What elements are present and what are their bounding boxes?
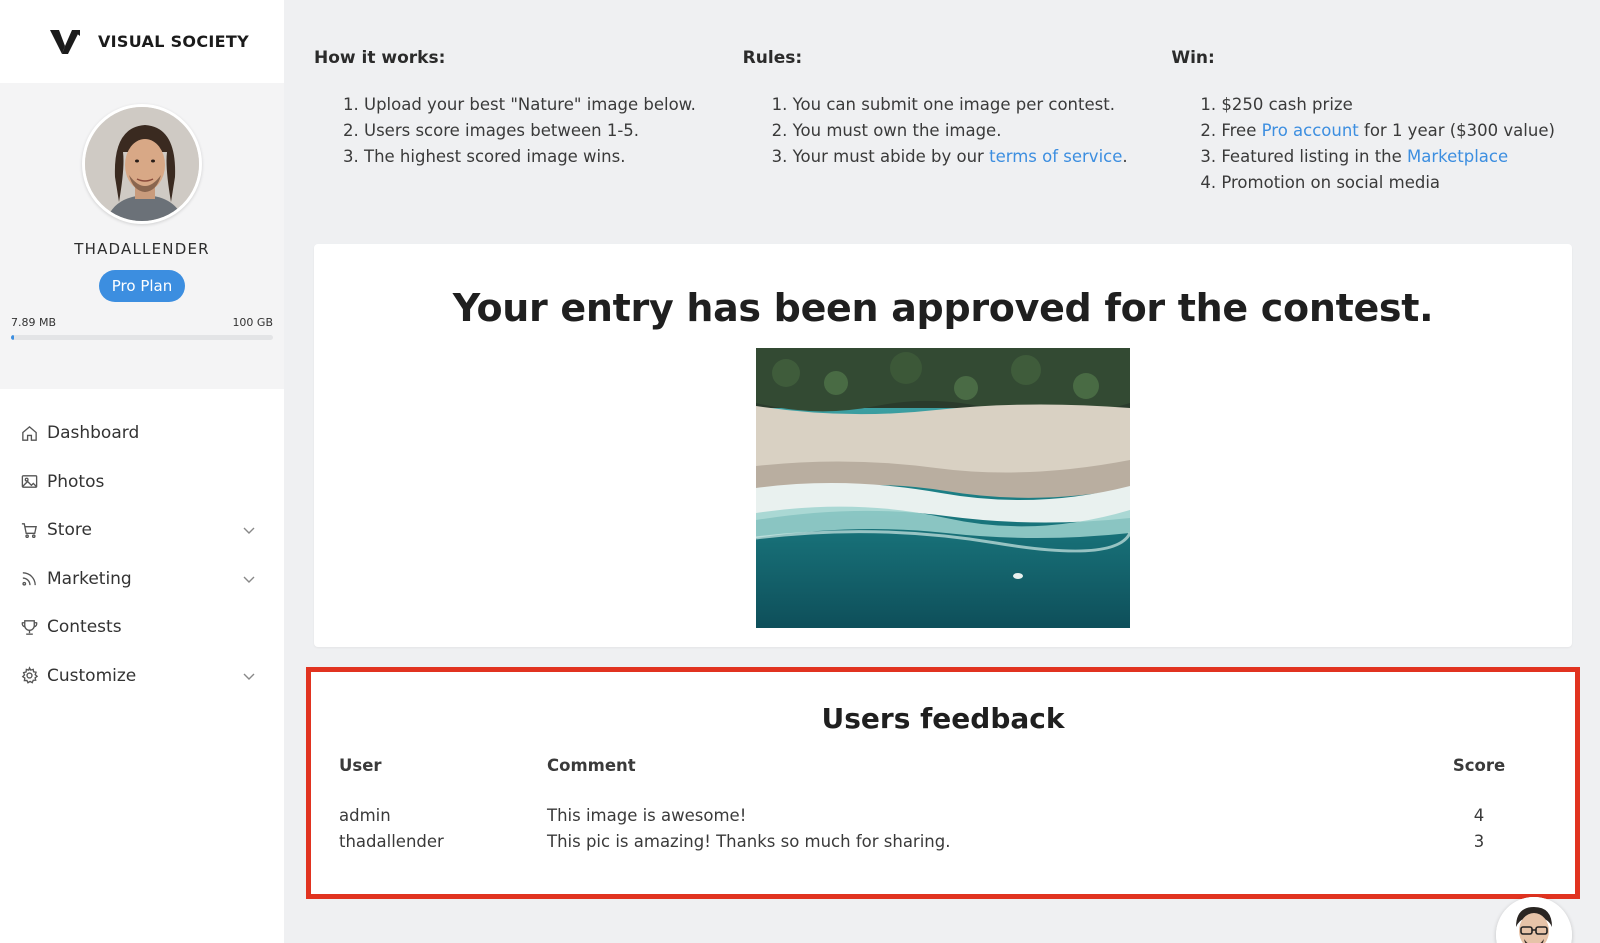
- win-item-text: Free: [1221, 121, 1262, 140]
- column-header-user: User: [339, 756, 382, 775]
- gear-icon: [19, 666, 39, 686]
- row-user: thadallender: [339, 832, 444, 851]
- sidebar-item-label: Store: [47, 520, 92, 541]
- chevron-down-icon[interactable]: [242, 669, 256, 683]
- users-feedback-panel: Users feedback User Comment Score admin …: [306, 667, 1580, 899]
- sidebar-item-marketing[interactable]: Marketing: [0, 555, 284, 604]
- image-icon: [19, 472, 39, 492]
- storage-meter: 7.89 MB 100 GB: [11, 316, 273, 340]
- chevron-down-icon[interactable]: [242, 523, 256, 537]
- user-portrait-icon: [85, 107, 199, 221]
- sidebar-item-label: Photos: [47, 471, 105, 492]
- main-content: How it works: Upload your best "Nature" …: [284, 0, 1600, 943]
- sidebar-item-contests[interactable]: Contests: [0, 603, 284, 652]
- table-row: thadallender This pic is amazing! Thanks…: [339, 832, 1519, 858]
- sidebar-item-photos[interactable]: Photos: [0, 458, 284, 507]
- brand-logo-icon: [50, 29, 80, 54]
- terms-of-service-link[interactable]: terms of service: [989, 147, 1122, 166]
- table-row: admin This image is awesome! 4: [339, 806, 1519, 832]
- rules-item-suffix: .: [1122, 147, 1128, 166]
- win-item-suffix: for 1 year ($300 value): [1358, 121, 1555, 140]
- beach-aerial-image-icon: [756, 348, 1130, 628]
- storage-bar: [11, 335, 273, 340]
- rules: Rules: You can submit one image per cont…: [743, 48, 1172, 196]
- feedback-table: User Comment Score admin This image is a…: [339, 756, 1519, 858]
- home-icon: [19, 423, 39, 443]
- win-item: Featured listing in the Marketplace: [1221, 144, 1600, 170]
- sidebar: VISUAL SOCIETY THADALLENDER Pro Plan 7.8…: [0, 0, 284, 943]
- pro-account-link[interactable]: Pro account: [1262, 121, 1359, 140]
- avatar[interactable]: [82, 104, 202, 224]
- win-item: $250 cash prize: [1221, 92, 1600, 118]
- column-header-comment: Comment: [547, 756, 636, 775]
- row-comment: This image is awesome!: [547, 806, 747, 825]
- how-it-works-item: Upload your best "Nature" image below.: [364, 92, 743, 118]
- rss-icon: [19, 569, 39, 589]
- chevron-down-icon[interactable]: [242, 572, 256, 586]
- marketplace-link[interactable]: Marketplace: [1407, 147, 1508, 166]
- sidebar-item-label: Customize: [47, 665, 137, 686]
- win-item: Promotion on social media: [1221, 170, 1600, 196]
- how-it-works: How it works: Upload your best "Nature" …: [314, 48, 743, 196]
- win-title: Win:: [1171, 48, 1215, 68]
- table-header: User Comment Score: [339, 756, 1519, 806]
- how-it-works-title: How it works:: [314, 48, 446, 68]
- contest-info: How it works: Upload your best "Nature" …: [314, 48, 1600, 196]
- win-item: Free Pro account for 1 year ($300 value): [1221, 118, 1600, 144]
- username: THADALLENDER: [74, 240, 210, 258]
- row-user: admin: [339, 806, 391, 825]
- row-score: 3: [1473, 832, 1485, 851]
- sidebar-item-customize[interactable]: Customize: [0, 652, 284, 701]
- win-item-text: Featured listing in the: [1221, 147, 1408, 166]
- rules-title: Rules:: [742, 48, 803, 68]
- feedback-title: Users feedback: [821, 702, 1065, 735]
- storage-total: 100 GB: [232, 316, 273, 329]
- rules-item: You can submit one image per contest.: [793, 92, 1172, 118]
- storage-bar-fill: [11, 335, 14, 340]
- row-comment: This pic is amazing! Thanks so much for …: [547, 832, 951, 851]
- entry-image[interactable]: [756, 348, 1130, 628]
- rules-item: Your must abide by our terms of service.: [793, 144, 1172, 170]
- profile-panel: THADALLENDER Pro Plan 7.89 MB 100 GB: [0, 83, 284, 389]
- cart-icon: [19, 520, 39, 540]
- sidebar-item-label: Marketing: [47, 568, 132, 589]
- pro-plan-button[interactable]: Pro Plan: [98, 270, 186, 302]
- how-it-works-item: Users score images between 1-5.: [364, 118, 743, 144]
- storage-used: 7.89 MB: [11, 316, 57, 329]
- brand[interactable]: VISUAL SOCIETY: [0, 0, 284, 83]
- row-score: 4: [1473, 806, 1485, 825]
- approved-entry-card: Your entry has been approved for the con…: [314, 244, 1572, 647]
- rules-item-text: Your must abide by our: [792, 147, 990, 166]
- sidebar-item-dashboard[interactable]: Dashboard: [0, 409, 284, 458]
- sidebar-item-label: Contests: [47, 617, 122, 638]
- approved-heading: Your entry has been approved for the con…: [452, 286, 1434, 330]
- column-header-score: Score: [1452, 756, 1506, 775]
- sidebar-nav: Dashboard Photos Store Marketing Contest…: [0, 409, 284, 700]
- win: Win: $250 cash prize Free Pro account fo…: [1171, 48, 1600, 196]
- rules-item: You must own the image.: [793, 118, 1172, 144]
- how-it-works-item: The highest scored image wins.: [364, 144, 743, 170]
- sidebar-item-label: Dashboard: [47, 423, 140, 444]
- sidebar-item-store[interactable]: Store: [0, 506, 284, 555]
- trophy-icon: [19, 617, 39, 637]
- brand-name: VISUAL SOCIETY: [98, 32, 249, 51]
